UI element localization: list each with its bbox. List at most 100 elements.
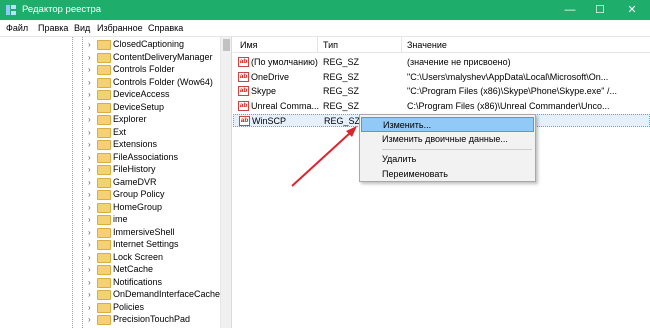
list-row[interactable]: ab (По умолчанию) REG_SZ (значение не присв… (233, 56, 650, 69)
menu-view[interactable]: Вид (74, 23, 90, 33)
column-separator[interactable] (317, 37, 318, 53)
tree-item[interactable]: › FileAssociations (88, 152, 228, 164)
folder-icon (97, 52, 111, 63)
tree-item[interactable]: › Explorer (88, 114, 228, 126)
menu-edit[interactable]: Правка (38, 23, 68, 33)
string-value-icon: ab (239, 116, 250, 126)
context-menu-modify[interactable]: Изменить... (361, 117, 534, 132)
context-menu-label: Изменить двоичные данные... (382, 134, 508, 144)
chevron-right-icon[interactable]: › (88, 303, 91, 312)
context-menu: Изменить... Изменить двоичные данные... … (359, 114, 536, 182)
chevron-right-icon[interactable]: › (88, 78, 91, 87)
chevron-right-icon[interactable]: › (88, 253, 91, 262)
list-header: Имя Тип Значение (233, 37, 650, 53)
tree-item[interactable]: › Ext (88, 127, 228, 139)
tree-item-label: Group Policy (113, 189, 165, 199)
tree-item[interactable]: › Lock Screen (88, 252, 228, 264)
chevron-right-icon[interactable]: › (88, 53, 91, 62)
tree-item[interactable]: › HomeGroup (88, 202, 228, 214)
tree-item[interactable]: › ClosedCaptioning (88, 39, 228, 51)
folder-icon (97, 265, 111, 275)
chevron-right-icon[interactable]: › (88, 265, 91, 274)
maximize-button[interactable]: ☐ (585, 0, 615, 20)
chevron-right-icon[interactable]: › (88, 228, 91, 237)
tree-item-label: ContentDeliveryManager (113, 51, 213, 62)
chevron-right-icon[interactable]: › (88, 165, 91, 174)
chevron-right-icon[interactable]: › (88, 190, 91, 199)
context-menu-label: Переименовать (382, 169, 448, 179)
tree-item[interactable]: › Internet Settings (88, 239, 228, 251)
value-data: C:\Program Files (x86)\Unreal Commander\… (407, 100, 610, 111)
tree-item[interactable]: › GameDVR (88, 177, 228, 189)
menu-file[interactable]: Файл (6, 23, 28, 33)
chevron-right-icon[interactable]: › (88, 178, 91, 187)
chevron-right-icon[interactable]: › (88, 315, 91, 324)
menu-help[interactable]: Справка (148, 23, 183, 33)
list-row[interactable]: ab Unreal Comma... REG_SZ C:\Program Files … (233, 100, 650, 113)
chevron-right-icon[interactable]: › (88, 90, 91, 99)
folder-icon (97, 202, 111, 213)
chevron-right-icon[interactable]: › (88, 128, 91, 137)
minimize-button[interactable]: — (555, 0, 585, 20)
tree-item[interactable]: › OnDemandInterfaceCache (88, 289, 228, 301)
tree-item-label: ClosedCaptioning (113, 39, 185, 49)
menu-bar: Файл Правка Вид Избранное Справка (0, 20, 650, 37)
folder-icon (97, 140, 111, 150)
tree-item[interactable]: › Controls Folder (Wow64) (88, 77, 228, 89)
column-header-value[interactable]: Значение (407, 40, 447, 50)
context-menu-delete[interactable]: Удалить (361, 152, 534, 167)
chevron-right-icon[interactable]: › (88, 240, 91, 249)
tree-scrollbar-thumb[interactable] (223, 39, 230, 51)
tree-item[interactable]: › Controls Folder (88, 64, 228, 76)
string-value-icon: ab (238, 100, 249, 111)
tree-scrollbar[interactable] (220, 37, 231, 328)
tree-item-label: OnDemandInterfaceCache (113, 289, 221, 299)
registry-tree[interactable]: › ClosedCaptioning › ContentDeliveryManager… (0, 37, 232, 328)
column-header-name[interactable]: Имя (240, 40, 258, 50)
context-menu-modify-binary[interactable]: Изменить двоичные данные... (361, 132, 534, 147)
menu-favorites[interactable]: Избранное (97, 23, 143, 33)
tree-item[interactable]: › ImmersiveShell (88, 227, 228, 239)
values-list[interactable]: Имя Тип Значение ab (По умолчанию) REG_SZ(… (233, 37, 650, 328)
tree-item[interactable]: › DeviceSetup (88, 102, 228, 114)
tree-item[interactable]: › Group Policy (88, 189, 228, 201)
chevron-right-icon[interactable]: › (88, 40, 91, 49)
tree-item[interactable]: › Extensions (88, 139, 228, 151)
tree-item-label: FileAssociations (113, 151, 179, 162)
tree-item[interactable]: › DeviceAccess (88, 89, 228, 101)
tree-item-label: NetCache (113, 264, 154, 274)
chevron-right-icon[interactable]: › (88, 115, 91, 124)
folder-icon (97, 277, 111, 288)
tree-item-label: ime (113, 214, 128, 224)
value-type: REG_SZ (323, 71, 360, 82)
chevron-right-icon[interactable]: › (88, 278, 91, 287)
close-button[interactable]: ✕ (617, 0, 647, 20)
tree-item[interactable]: › ContentDeliveryManager (88, 52, 228, 64)
value-name: (По умолчанию) (251, 57, 318, 67)
chevron-right-icon[interactable]: › (88, 153, 91, 162)
context-menu-rename[interactable]: Переименовать (361, 167, 534, 182)
chevron-right-icon[interactable]: › (88, 290, 91, 299)
column-header-type[interactable]: Тип (323, 40, 338, 50)
column-separator[interactable] (401, 37, 402, 53)
chevron-right-icon[interactable]: › (88, 65, 91, 74)
list-row[interactable]: ab Skype REG_SZ "C:\Program Files (x86)\Sky… (233, 85, 650, 98)
tree-item-label: ImmersiveShell (113, 226, 175, 237)
tree-item[interactable]: › Policies (88, 302, 228, 314)
regedit-icon (6, 5, 16, 15)
tree-item[interactable]: › FileHistory (88, 164, 228, 176)
value-type: REG_SZ (323, 86, 360, 96)
value-type: REG_SZ (323, 100, 360, 111)
tree-item-label: Lock Screen (113, 251, 164, 262)
chevron-right-icon[interactable]: › (88, 103, 91, 112)
chevron-right-icon[interactable]: › (88, 203, 91, 212)
tree-item[interactable]: › PrecisionTouchPad (88, 314, 228, 326)
tree-item[interactable]: › Notifications (88, 277, 228, 289)
folder-icon (97, 190, 111, 200)
list-row[interactable]: ab OneDrive REG_SZ "C:\Users\malyshev\AppDa… (233, 71, 650, 84)
tree-item[interactable]: › NetCache (88, 264, 228, 276)
chevron-right-icon[interactable]: › (88, 215, 91, 224)
chevron-right-icon[interactable]: › (88, 140, 91, 149)
tree-item-label: Ext (113, 126, 127, 137)
tree-item[interactable]: › ime (88, 214, 228, 226)
